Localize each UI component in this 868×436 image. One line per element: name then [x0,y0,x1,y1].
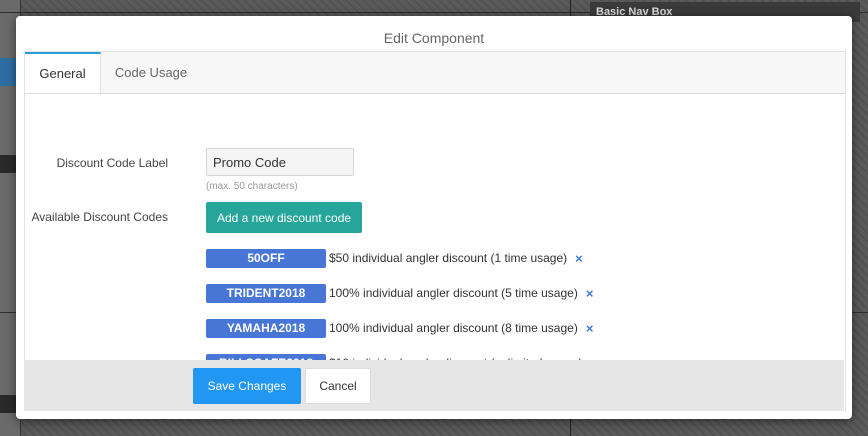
tab-bar: General Code Usage [25,51,845,94]
cancel-button[interactable]: Cancel [305,368,371,404]
edit-component-modal: Edit Component General Code Usage Discou… [16,16,852,419]
discount-code-badge[interactable]: YAMAHA2018 [206,318,326,338]
max-characters-hint: (max. 50 characters) [206,181,298,192]
remove-code-icon[interactable]: × [575,251,583,266]
discount-code-row: YAMAHA2018 100% individual angler discou… [206,318,593,338]
discount-code-row: 50OFF $50 individual angler discount (1 … [206,248,583,268]
discount-code-label-input[interactable] [206,148,354,176]
add-discount-code-button[interactable]: Add a new discount code [206,202,362,233]
modal-title: Edit Component [383,30,485,46]
available-codes-label: Available Discount Codes [31,210,168,224]
tab-container: General Code Usage Discount Code Label (… [24,51,846,411]
tab-code-usage[interactable]: Code Usage [101,52,201,93]
discount-code-description: 100% individual angler discount (8 time … [329,321,578,335]
discount-code-badge[interactable]: TRIDENT2018 [206,283,326,303]
modal-footer: Save Changes Cancel [24,360,844,411]
remove-code-icon[interactable]: × [586,321,594,336]
tab-general[interactable]: General [25,52,101,93]
remove-code-icon[interactable]: × [586,286,594,301]
discount-code-label-text: Discount Code Label [56,156,168,170]
discount-code-description: 100% individual angler discount (5 time … [329,286,578,300]
discount-code-description: $50 individual angler discount (1 time u… [329,251,568,265]
save-changes-button[interactable]: Save Changes [193,368,301,404]
discount-code-badge[interactable]: 50OFF [206,248,326,268]
discount-code-row: TRIDENT2018 100% individual angler disco… [206,283,593,303]
